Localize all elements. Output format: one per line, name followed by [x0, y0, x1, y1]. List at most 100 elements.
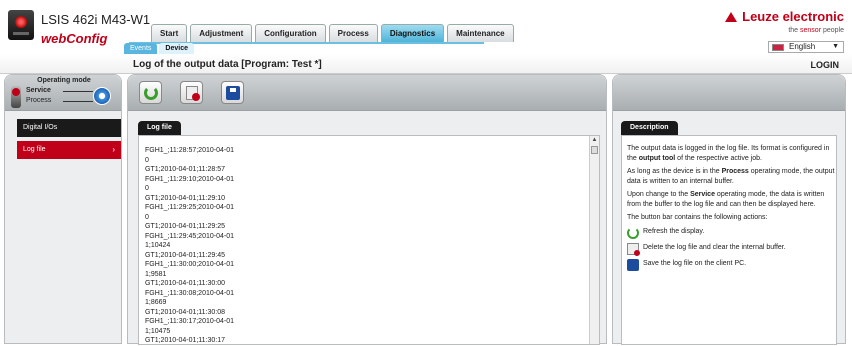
tab-configuration[interactable]: Configuration [255, 24, 326, 42]
nav-item-label: Log file [23, 146, 46, 153]
page-title: Log of the output data [Program: Test *] [133, 59, 322, 70]
description-text: The output data is logged in the log fil… [627, 144, 835, 275]
device-icon [8, 10, 34, 40]
action-save: Save the log file on the client PC. [627, 258, 835, 271]
save-icon [627, 258, 639, 271]
operating-mode-title: Operating mode [37, 77, 91, 84]
desc-p3-b: Service [690, 191, 715, 198]
mode-line-process [63, 101, 93, 102]
delete-log-button[interactable] [180, 81, 203, 104]
refresh-icon [144, 86, 158, 100]
action-refresh: Refresh the display. [627, 226, 835, 239]
chevron-right-icon: › [112, 145, 115, 154]
log-line: GT1;2010-04-01;11:29:45 [145, 251, 226, 259]
mode-process-label[interactable]: Process [26, 97, 51, 104]
tagline-prefix: the [788, 27, 801, 34]
tab-maintenance[interactable]: Maintenance [447, 24, 514, 42]
log-lines: FGH1_;11:28:57;2010-04-01 0 GT1;2010-04-01… [145, 146, 255, 346]
language-label: English [789, 42, 816, 51]
action-save-text: Save the log file on the client PC. [643, 259, 747, 267]
tab-process[interactable]: Process [328, 24, 378, 42]
tagline-accent: sensor [800, 27, 822, 34]
description-panel: Description The output data is logged in… [612, 74, 846, 345]
log-line: FGH1_;11:30:08;2010-04-01 [145, 289, 234, 297]
desc-p3-a: Upon change to the [627, 191, 691, 198]
mode-service-label[interactable]: Service [26, 87, 51, 94]
content-panel: Log file FGH1_;11:28:57;2010-04-01 0 GT1;2… [127, 74, 607, 345]
description-paragraph: Upon change to the Service operating mod… [627, 190, 835, 209]
navigation-panel: Operating mode Service Process Digital I… [4, 74, 122, 344]
flag-icon [772, 44, 784, 51]
device-name: LSIS 462i M43-W1 [41, 12, 151, 27]
log-line: 1;10475 [145, 327, 171, 335]
desc-p2-a: As long as the device is in the [627, 168, 722, 175]
title-bar: Log of the output data [Program: Test *]… [0, 54, 852, 74]
main-tabs: Start Adjustment Configuration Process D… [151, 24, 514, 42]
description-paragraph: The output data is logged in the log fil… [627, 144, 835, 163]
log-line: 0 [145, 185, 149, 192]
action-delete: Delete the log file and clear the intern… [627, 242, 835, 256]
action-refresh-text: Refresh the display. [643, 227, 705, 235]
log-line: FGH1_;11:30:00;2010-04-01 [145, 261, 234, 268]
nav-item-digital-ios[interactable]: Digital I/Os [17, 119, 121, 137]
toolbar [128, 75, 606, 111]
log-scrollbar[interactable]: ▲ [589, 136, 599, 344]
app-header: LSIS 462i M43-W1 webConfig Leuze electro… [0, 0, 852, 56]
chevron-down-icon: ▼ [832, 43, 839, 50]
brand-name: Leuze electronic [742, 9, 844, 24]
log-line: FGH1_;11:30:17;2010-04-01 [145, 318, 234, 325]
desc-p2-b: Process [721, 168, 749, 175]
save-icon [226, 86, 240, 100]
action-delete-text: Delete the log file and clear the intern… [643, 243, 786, 251]
description-tab: Description [621, 121, 678, 135]
log-line: FGH1_;11:28:57;2010-04-01 [145, 147, 234, 154]
log-file-box: FGH1_;11:28:57;2010-04-01 0 GT1;2010-04-01… [138, 135, 600, 345]
log-line: GT1;2010-04-01;11:29:25 [145, 223, 226, 230]
scroll-up-icon[interactable]: ▲ [590, 136, 599, 144]
app-name: webConfig [41, 31, 108, 46]
desc-p1-c: of the respective active job. [675, 154, 763, 162]
mode-line-service [63, 91, 93, 92]
description-box: The output data is logged in the log fil… [621, 135, 837, 345]
subtab-events[interactable]: Events [124, 43, 158, 54]
log-line: FGH1_;11:29:25;2010-04-01 [145, 204, 234, 211]
description-header [613, 75, 845, 111]
log-line: 1;8669 [145, 299, 167, 306]
operating-mode-header: Operating mode Service Process [5, 75, 121, 111]
desc-p1-b: output tool [638, 154, 676, 162]
language-select[interactable]: English ▼ [768, 41, 844, 53]
leuze-logo-icon [725, 12, 738, 22]
tab-start[interactable]: Start [151, 24, 188, 42]
operating-mode-switch-icon[interactable] [11, 86, 21, 108]
login-link[interactable]: LOGIN [811, 60, 840, 70]
operating-mode-dial-icon[interactable] [93, 87, 111, 105]
sub-tabs: Events Device [124, 43, 194, 54]
nav-item-log-file[interactable]: Log file › [17, 141, 121, 159]
nav-item-label: Digital I/Os [23, 124, 58, 131]
log-line: GT1;2010-04-01;11:30:08 [145, 308, 226, 316]
log-line: 1;9581 [145, 270, 167, 278]
log-line: 1;10424 [145, 242, 171, 249]
log-line: FGH1_;11:29:45;2010-04-01 [145, 232, 234, 240]
log-file-tab: Log file [138, 121, 181, 135]
refresh-button[interactable] [139, 81, 162, 104]
description-paragraph: The button bar contains the following ac… [627, 214, 768, 221]
delete-log-icon [186, 86, 200, 101]
log-line: GT1;2010-04-01;11:28:57 [145, 166, 226, 173]
brand-logo: Leuze electronic [725, 9, 844, 24]
nav-list: Digital I/Os Log file › [17, 119, 121, 163]
tab-diagnostics[interactable]: Diagnostics [380, 24, 445, 42]
log-line: GT1;2010-04-01;11:30:00 [145, 280, 226, 287]
refresh-icon [627, 226, 639, 239]
delete-log-icon [627, 242, 640, 256]
description-paragraph: As long as the device is in the Process … [627, 167, 835, 186]
log-line: FGH1_;11:29:10;2010-04-01 [145, 175, 234, 183]
log-line: 0 [145, 156, 149, 164]
subtab-device[interactable]: Device [159, 43, 194, 54]
tagline-suffix: people [821, 27, 844, 34]
tab-adjustment[interactable]: Adjustment [190, 24, 253, 42]
scroll-thumb[interactable] [591, 146, 598, 154]
save-log-button[interactable] [221, 81, 244, 104]
brand-tagline: the sensor people [788, 27, 844, 34]
log-line: GT1;2010-04-01;11:29:10 [145, 194, 226, 202]
